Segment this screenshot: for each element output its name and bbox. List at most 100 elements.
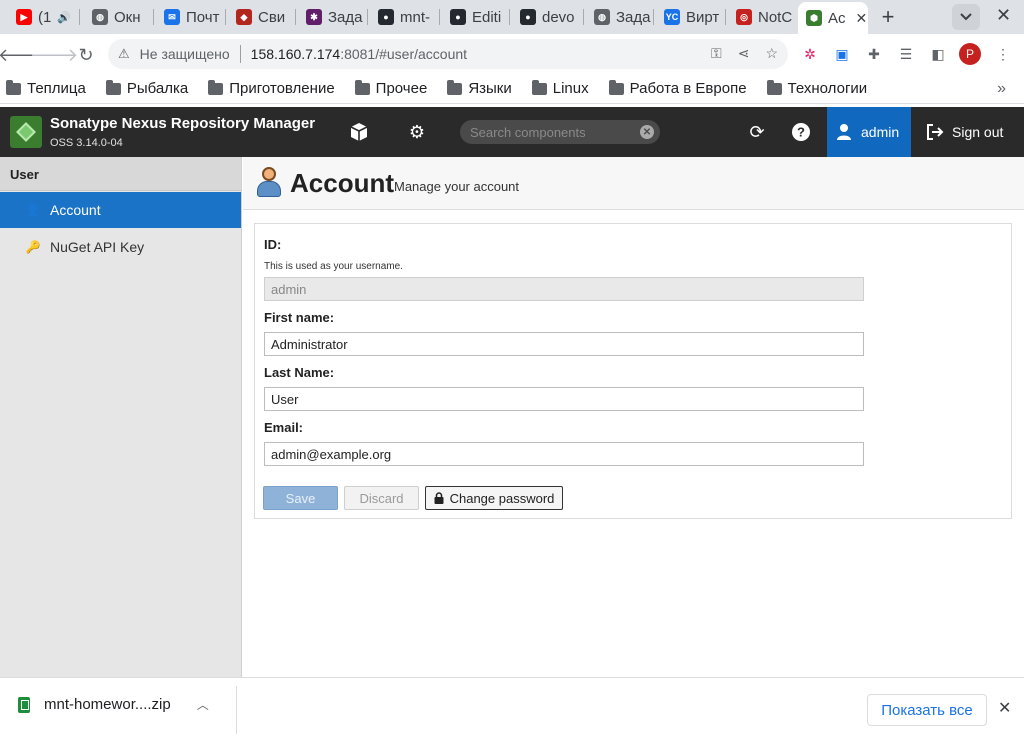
video-call-icon[interactable]: ▣ [833,45,851,63]
url-text[interactable]: 158.160.7.174:8081/#user/account [251,46,467,62]
bookmark-folder[interactable]: Прочее [354,79,428,97]
browser-tab[interactable]: ● mnt- [370,4,438,30]
forward-button[interactable]: 🡒 [30,42,78,68]
svg-text:?: ? [797,125,805,140]
bookmarks-bar: Теплица Рыбалка Приготовление Прочее Языки Li… [0,74,1024,104]
bookmark-folder[interactable]: Технологии [766,79,867,97]
slack-icon: ✱ [306,9,322,25]
browser-tab[interactable]: ● devo [512,4,582,30]
folder-icon [208,79,224,95]
sidebar-item-nuget-api-key[interactable]: 🔑 NuGet API Key [0,229,241,265]
browser-tab[interactable]: ▶ (1 🔊 [8,4,78,30]
mail-icon: ✉ [164,9,180,25]
share-icon[interactable]: ⋖ [738,45,750,62]
bookmark-label: Рыбалка [126,80,189,97]
download-item[interactable]: mnt-homewor....zip ︿ [18,696,209,713]
browser-toolbar: 🡐 🡒 ↻ ⚠ Не защищено 158.160.7.174:8081/#… [0,34,1024,74]
show-all-downloads-button[interactable]: Показать все [867,694,987,726]
help-icon[interactable]: ? [790,121,812,143]
bookmark-folder[interactable]: Теплица [6,79,86,97]
bookmark-folder[interactable]: Работа в Европе [608,79,747,97]
app-version: OSS 3.14.0-04 [50,137,123,149]
key-icon[interactable]: ⚿ [711,45,722,62]
tab-search-button[interactable] [952,4,980,30]
browser-tab-label: devo [542,8,575,26]
refresh-icon[interactable]: ⟳ [746,121,768,143]
folder-icon [766,79,782,95]
browser-tab[interactable]: ⬢ Ac ✕ [798,2,868,34]
folder-icon [447,79,463,95]
browser-tab[interactable]: ◍ Окн [84,4,152,30]
youtube-icon: ▶ [16,9,32,25]
browser-tab[interactable]: ✱ Зада [298,4,366,30]
tab-separator [79,9,80,25]
tab-separator [295,9,296,25]
main-content: Account Manage your account ID: This is … [243,157,1024,677]
side-panel-icon[interactable]: ◧ [929,45,947,63]
browser-tab-label: Зада [616,8,651,26]
star-icon[interactable]: ☆ [765,45,778,62]
bookmark-label: Языки [468,80,512,97]
extension-colorful-icon[interactable]: ✲ [801,45,819,63]
address-bar[interactable]: ⚠ Не защищено 158.160.7.174:8081/#user/a… [108,39,788,69]
extensions-puzzle-icon[interactable]: ✚ [865,45,883,63]
user-account-icon: 👤 [25,203,41,217]
browser-menu-icon[interactable]: ⋮ [994,45,1012,63]
save-button[interactable]: Save [263,486,338,510]
bookmark-folder[interactable]: Приготовление [208,79,335,97]
bookmark-folder[interactable]: Linux [531,79,589,97]
reload-button[interactable]: ↻ [73,42,99,68]
folder-icon [105,79,121,95]
bookmark-label: Linux [552,80,589,97]
sidebar-item-account[interactable]: 👤 Account [0,192,241,228]
sidebar-item-label: NuGet API Key [50,239,145,255]
sidebar-item-label: Account [50,202,101,218]
window-close-button[interactable]: ✕ [996,5,1011,26]
browser-tab-label: Editi [472,8,502,26]
new-tab-button[interactable]: + [874,3,902,31]
chevron-up-icon[interactable]: ︿ [197,696,209,713]
bookmarks-overflow-icon[interactable]: » [997,80,1006,98]
id-help-text: This is used as your username. [264,261,403,272]
browse-cube-icon[interactable] [348,121,370,143]
bookmark-label: Прочее [375,80,428,97]
github-icon: ● [520,9,536,25]
sidebar: User 👤 Account 🔑 NuGet API Key [0,157,242,677]
last-name-field[interactable] [264,387,864,411]
sign-out-button[interactable]: Sign out [926,107,1003,157]
sign-out-label: Sign out [952,124,1004,140]
settings-gear-icon[interactable]: ⚙ [406,121,428,143]
folder-icon [531,79,547,95]
download-shelf: mnt-homewor....zip ︿ Показать все ✕ [0,677,1024,741]
key-icon: 🔑 [25,240,41,254]
clear-search-icon[interactable]: ✕ [640,125,654,139]
browser-tab[interactable]: ◆ Сви [228,4,294,30]
folder-icon [6,79,21,95]
browser-tab[interactable]: ● Editi [442,4,508,30]
nexus-logo[interactable] [10,116,42,148]
browser-tab[interactable]: ✉ Почт [156,4,224,30]
bookmark-folder[interactable]: Рыбалка [105,79,189,97]
search-components[interactable]: ✕ [460,120,660,144]
tab-separator [367,9,368,25]
folder-icon [608,79,624,95]
bookmark-folder[interactable]: Языки [447,79,512,97]
profile-avatar[interactable]: P [959,43,981,65]
reading-list-icon[interactable]: ☰ [897,45,915,63]
tab-separator [725,9,726,25]
email-field[interactable] [264,442,864,466]
discard-button[interactable]: Discard [344,486,419,510]
close-tab-icon[interactable]: ✕ [856,10,868,27]
user-account-button[interactable]: admin [827,107,911,157]
github-icon: ● [450,9,466,25]
first-name-field[interactable] [264,332,864,356]
search-input[interactable] [470,124,630,140]
browser-tab[interactable]: YC Вирт [656,4,724,30]
close-shelf-icon[interactable]: ✕ [998,698,1011,718]
browser-tab[interactable]: ◎ NotC [728,4,794,30]
speaker-icon[interactable]: 🔊 [57,11,71,24]
app-title: Sonatype Nexus Repository Manager [50,115,316,132]
tab-separator [583,9,584,25]
change-password-button[interactable]: Change password [425,486,563,510]
browser-tab[interactable]: ◍ Зада [586,4,652,30]
